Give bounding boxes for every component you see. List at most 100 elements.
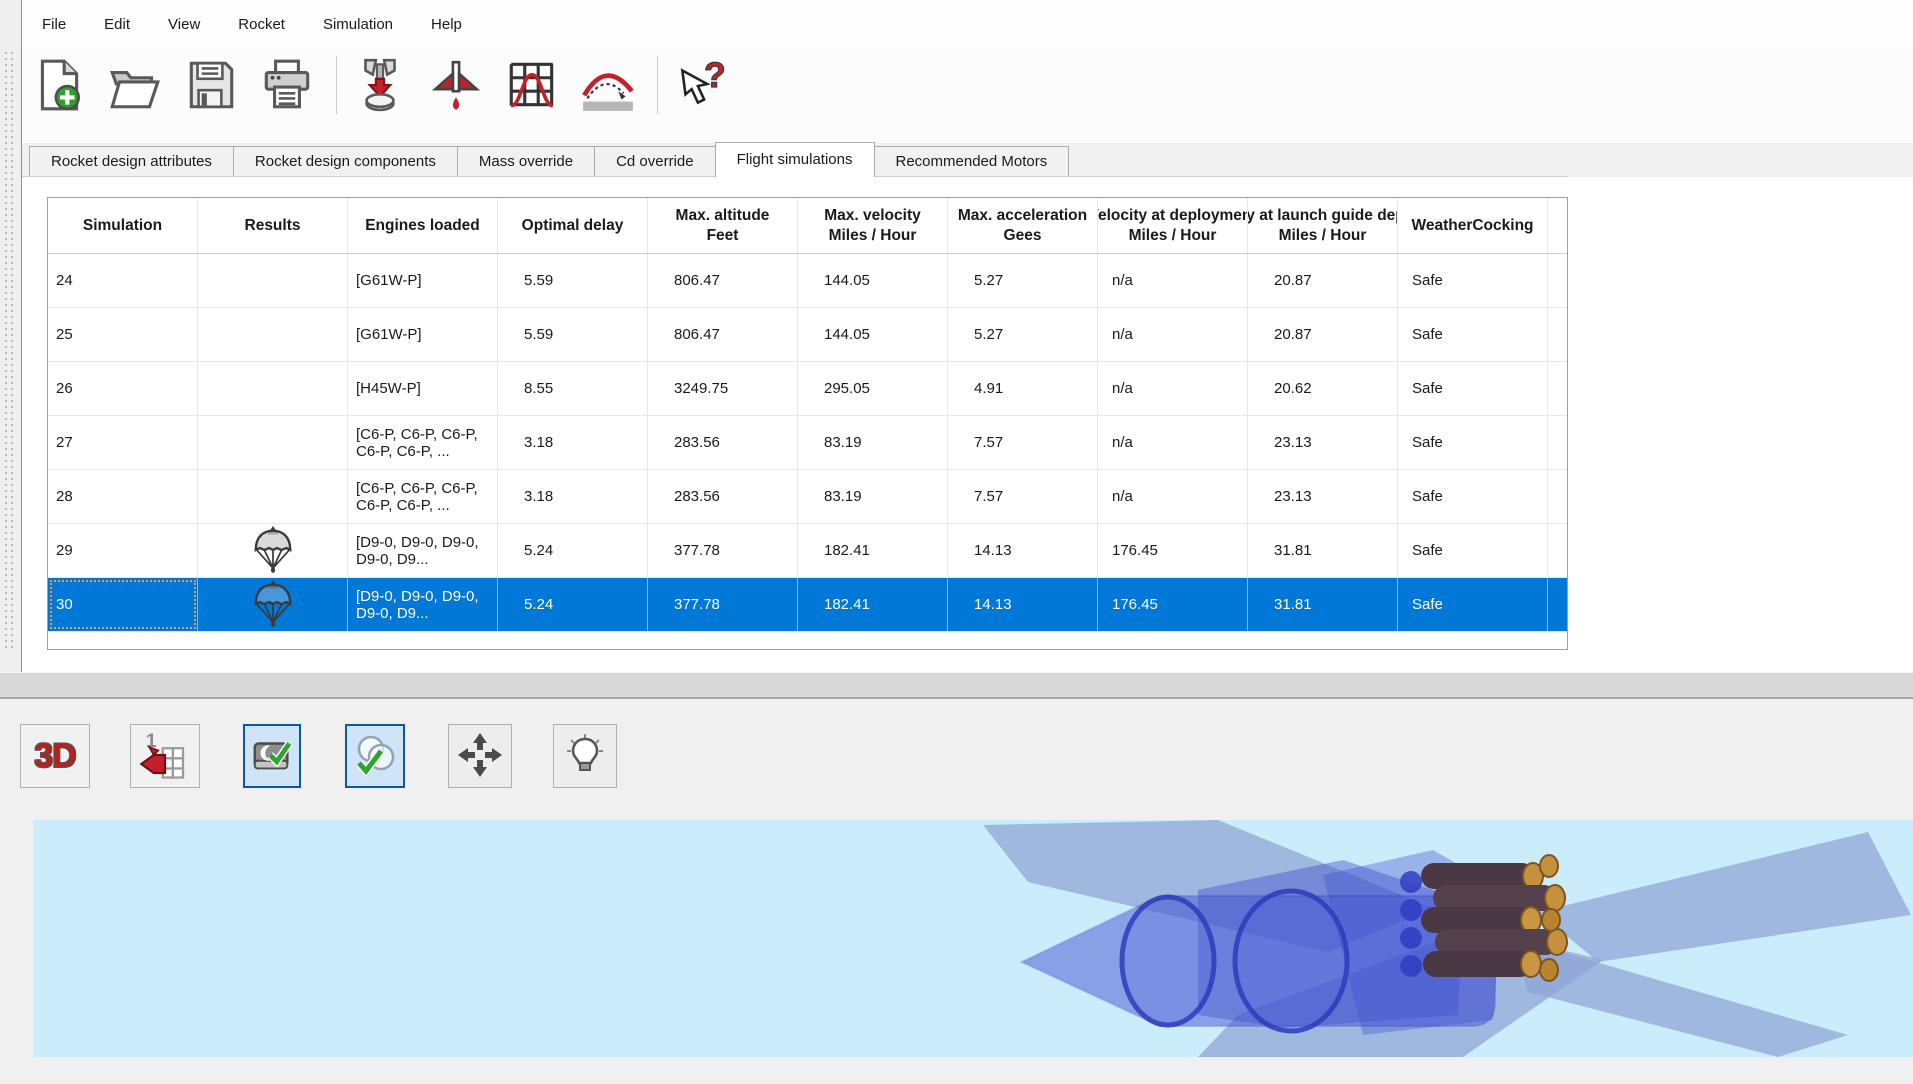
cell-max_velocity[interactable]: 295.05 <box>798 362 948 415</box>
cell-max_velocity[interactable]: 83.19 <box>798 416 948 469</box>
rocket-3d-viewport[interactable] <box>33 820 1913 1057</box>
cell-max_velocity[interactable]: 182.41 <box>798 578 948 631</box>
cell-max_altitude[interactable]: 283.56 <box>648 470 798 523</box>
cell-max_acceleration[interactable]: 7.57 <box>948 416 1098 469</box>
cell-max_velocity[interactable]: 83.19 <box>798 470 948 523</box>
3d-view-button[interactable]: 3D <box>20 724 90 788</box>
cell-weathercocking[interactable]: Safe <box>1398 524 1548 577</box>
cell-max_acceleration[interactable]: 14.13 <box>948 578 1098 631</box>
open-button[interactable] <box>104 54 166 118</box>
tab-mass-override[interactable]: Mass override <box>458 146 595 177</box>
cell-max_altitude[interactable]: 283.56 <box>648 416 798 469</box>
solid-render-button[interactable] <box>243 724 301 788</box>
cell-velocity_at_launch_guide[interactable]: 23.13 <box>1248 470 1398 523</box>
toolbar-gripper[interactable] <box>5 52 7 652</box>
cell-max_velocity[interactable]: 182.41 <box>798 524 948 577</box>
table-row-simulation-30[interactable]: 30[D9-0, D9-0, D9-0, D9-0, D9...5.24377.… <box>48 578 1567 632</box>
menu-file[interactable]: File <box>30 10 78 39</box>
cell-engines[interactable]: [G61W-P] <box>348 308 498 361</box>
horizontal-splitter[interactable] <box>0 672 1913 699</box>
cell-weathercocking[interactable]: Safe <box>1398 308 1548 361</box>
cell-simulation[interactable]: 28 <box>48 470 198 523</box>
menu-help[interactable]: Help <box>419 10 474 39</box>
column-header-engines[interactable]: Engines loaded <box>348 198 498 253</box>
cell-weathercocking[interactable]: Safe <box>1398 470 1548 523</box>
column-header-weathercocking[interactable]: WeatherCocking <box>1398 198 1548 253</box>
cell-max_velocity[interactable]: 144.05 <box>798 308 948 361</box>
cell-results[interactable] <box>198 524 348 577</box>
column-header-max_altitude[interactable]: Max. altitudeFeet <box>648 198 798 253</box>
cell-max_altitude[interactable]: 3249.75 <box>648 362 798 415</box>
cell-velocity_at_launch_guide[interactable]: 20.62 <box>1248 362 1398 415</box>
transparency-button[interactable] <box>345 724 405 788</box>
cell-optimal_delay[interactable]: 5.24 <box>498 578 648 631</box>
cell-max_altitude[interactable]: 806.47 <box>648 254 798 307</box>
cell-results[interactable] <box>198 470 348 523</box>
toolbar-gripper[interactable] <box>11 52 13 652</box>
cell-velocity_at_launch_guide[interactable]: 20.87 <box>1248 254 1398 307</box>
table-row-simulation-25[interactable]: 25[G61W-P]5.59806.47144.055.27n/a20.87Sa… <box>48 308 1567 362</box>
cell-max_acceleration[interactable]: 5.27 <box>948 254 1098 307</box>
table-row-simulation-24[interactable]: 24[G61W-P]5.59806.47144.055.27n/a20.87Sa… <box>48 254 1567 308</box>
menu-edit[interactable]: Edit <box>92 10 142 39</box>
cell-max_acceleration[interactable]: 4.91 <box>948 362 1098 415</box>
cell-engines[interactable]: [D9-0, D9-0, D9-0, D9-0, D9... <box>348 524 498 577</box>
cell-simulation[interactable]: 24 <box>48 254 198 307</box>
context-help-button[interactable]: ? <box>670 54 732 118</box>
cell-simulation[interactable]: 26 <box>48 362 198 415</box>
cell-velocity_at_launch_guide[interactable]: 31.81 <box>1248 578 1398 631</box>
cell-max_acceleration[interactable]: 5.27 <box>948 308 1098 361</box>
menu-simulation[interactable]: Simulation <box>311 10 405 39</box>
stage-view-button[interactable]: 1 <box>130 724 200 788</box>
cell-weathercocking[interactable]: Safe <box>1398 578 1548 631</box>
cell-optimal_delay[interactable]: 3.18 <box>498 416 648 469</box>
cell-velocity_at_deployment[interactable]: 176.45 <box>1098 524 1248 577</box>
cell-velocity_at_launch_guide[interactable]: 31.81 <box>1248 524 1398 577</box>
cell-velocity_at_deployment[interactable]: n/a <box>1098 470 1248 523</box>
flight-trajectory-button[interactable] <box>577 54 639 118</box>
cell-velocity_at_deployment[interactable]: n/a <box>1098 308 1248 361</box>
tab-flight-simulations[interactable]: Flight simulations <box>715 142 875 177</box>
column-header-simulation[interactable]: Simulation <box>48 198 198 253</box>
cell-optimal_delay[interactable]: 3.18 <box>498 470 648 523</box>
cell-results[interactable] <box>198 308 348 361</box>
cell-engines[interactable]: [D9-0, D9-0, D9-0, D9-0, D9... <box>348 578 498 631</box>
cell-results[interactable] <box>198 254 348 307</box>
column-header-max_acceleration[interactable]: Max. accelerationGees <box>948 198 1098 253</box>
cell-results[interactable] <box>198 416 348 469</box>
cell-engines[interactable]: [C6-P, C6-P, C6-P, C6-P, C6-P, ... <box>348 470 498 523</box>
cell-max_altitude[interactable]: 377.78 <box>648 578 798 631</box>
cell-optimal_delay[interactable]: 5.59 <box>498 254 648 307</box>
table-row-simulation-28[interactable]: 28 [C6-P, C6-P, C6-P, C6-P, C6-P, ...3.18… <box>48 470 1567 524</box>
menu-rocket[interactable]: Rocket <box>226 10 297 39</box>
tab-recommended-motors[interactable]: Recommended Motors <box>875 146 1070 177</box>
cell-weathercocking[interactable]: Safe <box>1398 416 1548 469</box>
tab-rocket-design-attributes[interactable]: Rocket design attributes <box>29 146 234 177</box>
table-row-simulation-29[interactable]: 29[D9-0, D9-0, D9-0, D9-0, D9...5.24377.… <box>48 524 1567 578</box>
fin-design-button[interactable] <box>425 54 487 118</box>
cell-velocity_at_launch_guide[interactable]: 23.13 <box>1248 416 1398 469</box>
cell-results[interactable] <box>198 362 348 415</box>
load-engines-button[interactable] <box>349 54 411 118</box>
cell-weathercocking[interactable]: Safe <box>1398 254 1548 307</box>
cell-simulation[interactable]: 29 <box>48 524 198 577</box>
menu-view[interactable]: View <box>156 10 212 39</box>
cell-optimal_delay[interactable]: 5.59 <box>498 308 648 361</box>
tab-rocket-design-components[interactable]: Rocket design components <box>234 146 458 177</box>
cell-max_acceleration[interactable]: 7.57 <box>948 470 1098 523</box>
tab-cd-override[interactable]: Cd override <box>595 146 716 177</box>
cell-max_altitude[interactable]: 377.78 <box>648 524 798 577</box>
cell-simulation[interactable]: 25 <box>48 308 198 361</box>
pan-view-button[interactable] <box>448 724 512 788</box>
cell-weathercocking[interactable]: Safe <box>1398 362 1548 415</box>
lighting-button[interactable] <box>553 724 617 788</box>
new-rocket-button[interactable] <box>28 54 90 118</box>
cell-simulation[interactable]: 27 <box>48 416 198 469</box>
simulation-plot-button[interactable] <box>501 54 563 118</box>
cell-velocity_at_deployment[interactable]: 176.45 <box>1098 578 1248 631</box>
table-row-simulation-27[interactable]: 27[C6-P, C6-P, C6-P, C6-P, C6-P, ...3.18… <box>48 416 1567 470</box>
column-header-velocity_at_launch_guide[interactable]: Velocity at launch guide departureMiles … <box>1248 198 1398 253</box>
cell-velocity_at_deployment[interactable]: n/a <box>1098 254 1248 307</box>
column-header-max_velocity[interactable]: Max. velocityMiles / Hour <box>798 198 948 253</box>
cell-optimal_delay[interactable]: 8.55 <box>498 362 648 415</box>
